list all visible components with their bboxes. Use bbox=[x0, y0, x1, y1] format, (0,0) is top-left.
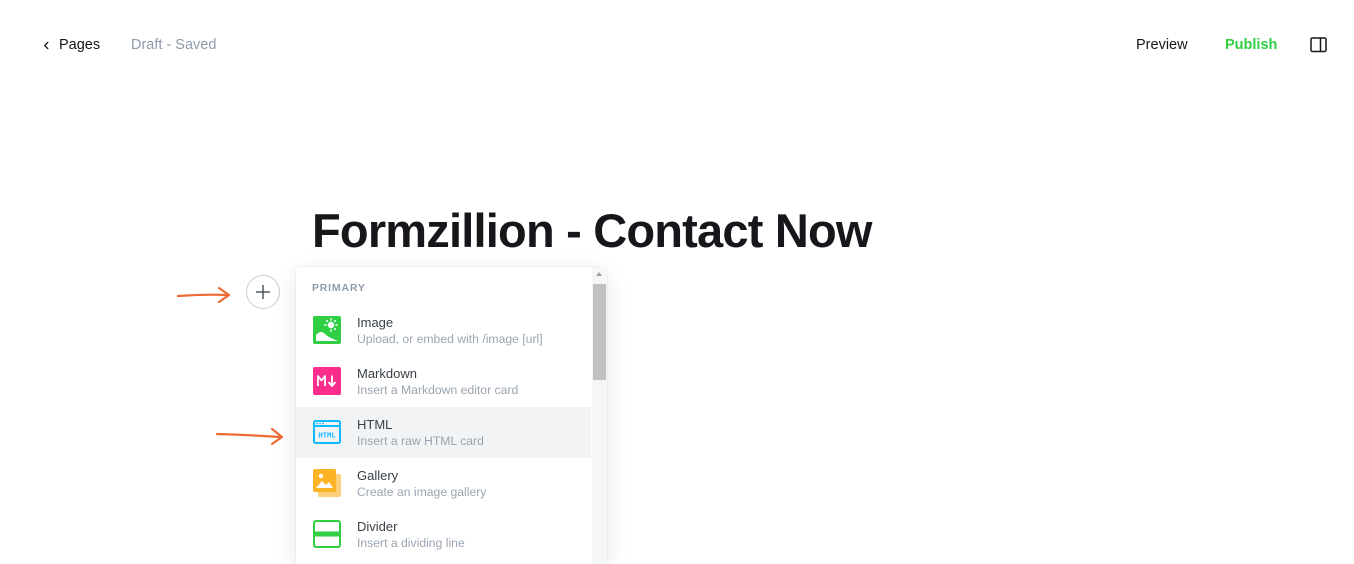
menu-item-image[interactable]: Image Upload, or embed with /image [url] bbox=[296, 305, 591, 356]
add-card-button[interactable] bbox=[246, 275, 280, 309]
menu-item-markdown[interactable]: Markdown Insert a Markdown editor card bbox=[296, 356, 591, 407]
editor-header: Pages Draft - Saved Preview Publish bbox=[0, 0, 1354, 90]
menu-item-html[interactable]: HTML HTML Insert a raw HTML card bbox=[296, 407, 591, 458]
gallery-icon bbox=[313, 469, 341, 497]
menu-item-label: Image bbox=[357, 315, 394, 330]
preview-button[interactable]: Preview bbox=[1136, 37, 1188, 53]
post-title[interactable]: Formzillion - Contact Now bbox=[312, 203, 872, 258]
publish-button[interactable]: Publish bbox=[1225, 37, 1277, 53]
markdown-icon bbox=[313, 367, 341, 395]
scroll-up-arrow-icon[interactable] bbox=[596, 272, 602, 276]
image-icon bbox=[313, 316, 341, 344]
plus-icon bbox=[256, 285, 270, 299]
menu-item-description: Insert a raw HTML card bbox=[357, 434, 484, 448]
card-menu: PRIMARY Image Upload, or embed with /ima… bbox=[296, 267, 607, 564]
annotation-arrow-icon bbox=[215, 427, 284, 446]
menu-item-description: Upload, or embed with /image [url] bbox=[357, 332, 543, 346]
menu-item-description: Insert a dividing line bbox=[357, 536, 465, 550]
card-menu-list: Image Upload, or embed with /image [url]… bbox=[296, 305, 591, 560]
back-link-label: Pages bbox=[59, 37, 101, 53]
back-to-pages-link[interactable]: Pages bbox=[42, 36, 100, 54]
chevron-left-icon bbox=[44, 41, 49, 49]
annotation-arrow-icon bbox=[176, 286, 231, 304]
html-icon: HTML bbox=[313, 420, 341, 444]
menu-item-description: Create an image gallery bbox=[357, 485, 487, 499]
menu-item-label: HTML bbox=[357, 417, 393, 432]
menu-item-label: Gallery bbox=[357, 468, 399, 483]
settings-panel-toggle-icon[interactable] bbox=[1310, 37, 1328, 53]
menu-item-label: Divider bbox=[357, 519, 398, 534]
divider-icon bbox=[313, 520, 341, 548]
menu-scrollbar-thumb[interactable] bbox=[593, 284, 606, 380]
post-status: Draft - Saved bbox=[131, 37, 217, 53]
menu-section-label: PRIMARY bbox=[312, 282, 366, 294]
menu-item-label: Markdown bbox=[357, 366, 417, 381]
menu-item-gallery[interactable]: Gallery Create an image gallery bbox=[296, 458, 591, 509]
menu-item-divider[interactable]: Divider Insert a dividing line bbox=[296, 509, 591, 560]
svg-text:HTML: HTML bbox=[318, 431, 336, 440]
menu-item-description: Insert a Markdown editor card bbox=[357, 383, 519, 397]
